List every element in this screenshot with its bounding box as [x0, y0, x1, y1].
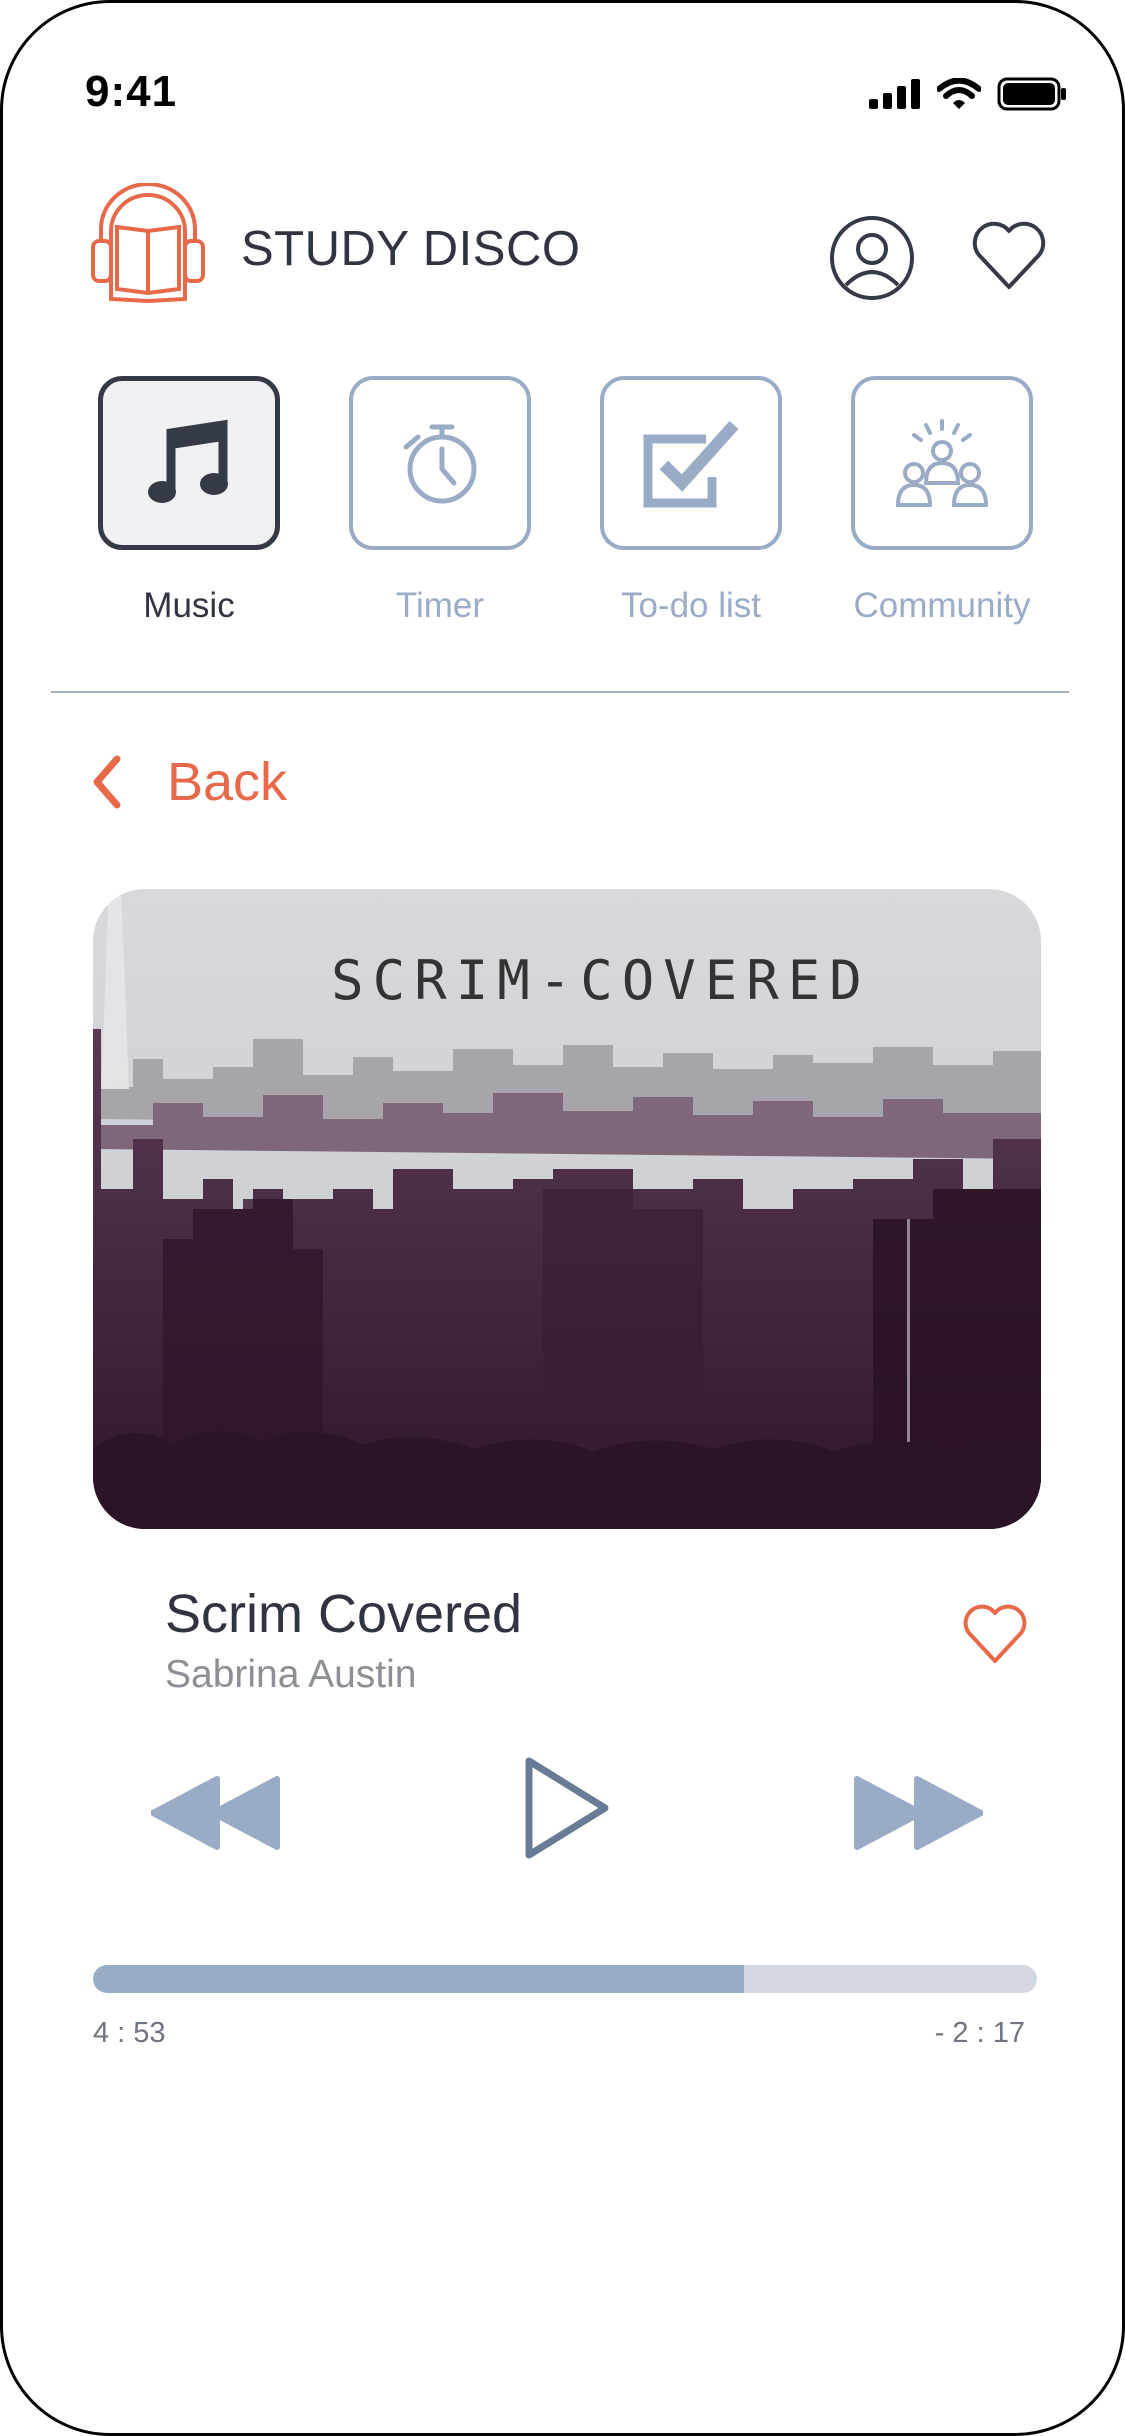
cellular-signal-icon: [869, 79, 920, 109]
time-remaining: - 2 : 17: [934, 2017, 1025, 2049]
rewind-icon[interactable]: [151, 1775, 281, 1851]
back-label: Back: [167, 752, 288, 812]
user-circle-icon[interactable]: [829, 215, 915, 301]
heart-icon[interactable]: [969, 215, 1049, 295]
phone-frame: 9:41 STUDY DISCO Music Timer To-do list …: [0, 0, 1125, 2436]
album-cover: SCRIM-COVERED: [93, 889, 1041, 1529]
nav-item-community[interactable]: Community: [842, 376, 1042, 626]
like-heart-icon[interactable]: [961, 1599, 1029, 1667]
time-elapsed: 4 : 53: [93, 2017, 166, 2049]
nav-label-music: Music: [143, 586, 235, 625]
nav-label-timer: Timer: [395, 586, 485, 625]
nav-box-timer: [349, 376, 531, 550]
divider: [51, 691, 1069, 693]
wifi-icon: [937, 78, 981, 109]
nav-box-todo: [600, 376, 782, 550]
nav-item-music[interactable]: Music: [89, 376, 289, 626]
stopwatch-icon: [403, 424, 477, 504]
nav-label-todo: To-do list: [620, 586, 762, 625]
song-artist: Sabrina Austin: [165, 1653, 417, 1696]
nav-item-todo[interactable]: To-do list: [591, 376, 791, 626]
nav-box-community: [851, 376, 1033, 550]
people-group-icon: [895, 419, 989, 507]
nav-item-timer[interactable]: Timer: [340, 376, 540, 626]
nav-label-community: Community: [853, 586, 1031, 625]
progress-fill: [93, 1965, 745, 1993]
headphones-book-icon: [91, 183, 205, 304]
progress-bar[interactable]: [93, 1965, 1037, 1993]
nav-box-music: [98, 376, 280, 550]
fast-forward-icon[interactable]: [853, 1775, 983, 1851]
status-icons: [869, 77, 1067, 111]
checkbox-icon: [643, 420, 739, 508]
back-button[interactable]: Back: [89, 751, 287, 813]
app-title: STUDY DISCO: [241, 222, 581, 276]
status-time: 9:41: [85, 67, 178, 116]
song-title: Scrim Covered: [165, 1584, 523, 1644]
play-icon[interactable]: [523, 1755, 611, 1861]
battery-icon: [997, 77, 1066, 111]
chevron-left-icon: [93, 755, 121, 809]
music-note-icon: [148, 419, 228, 503]
cover-text: SCRIM-COVERED: [331, 949, 871, 1012]
